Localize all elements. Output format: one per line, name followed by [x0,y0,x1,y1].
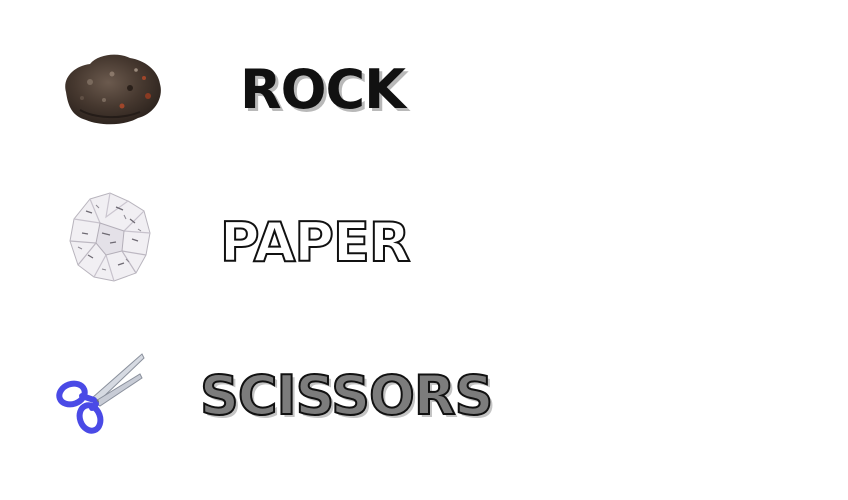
rock-label: ROCK [240,58,406,121]
rock-icon[interactable] [60,48,164,128]
crumpled-paper-icon[interactable] [66,189,154,285]
paper-label: PAPER [219,210,411,275]
choice-paper[interactable]: PAPER [0,183,848,303]
choice-rock[interactable]: ROCK [0,30,848,150]
scissors-label: SCISSORS [199,363,494,428]
choice-scissors[interactable]: SCISSORS [0,336,848,456]
scissors-icon[interactable] [54,350,146,434]
